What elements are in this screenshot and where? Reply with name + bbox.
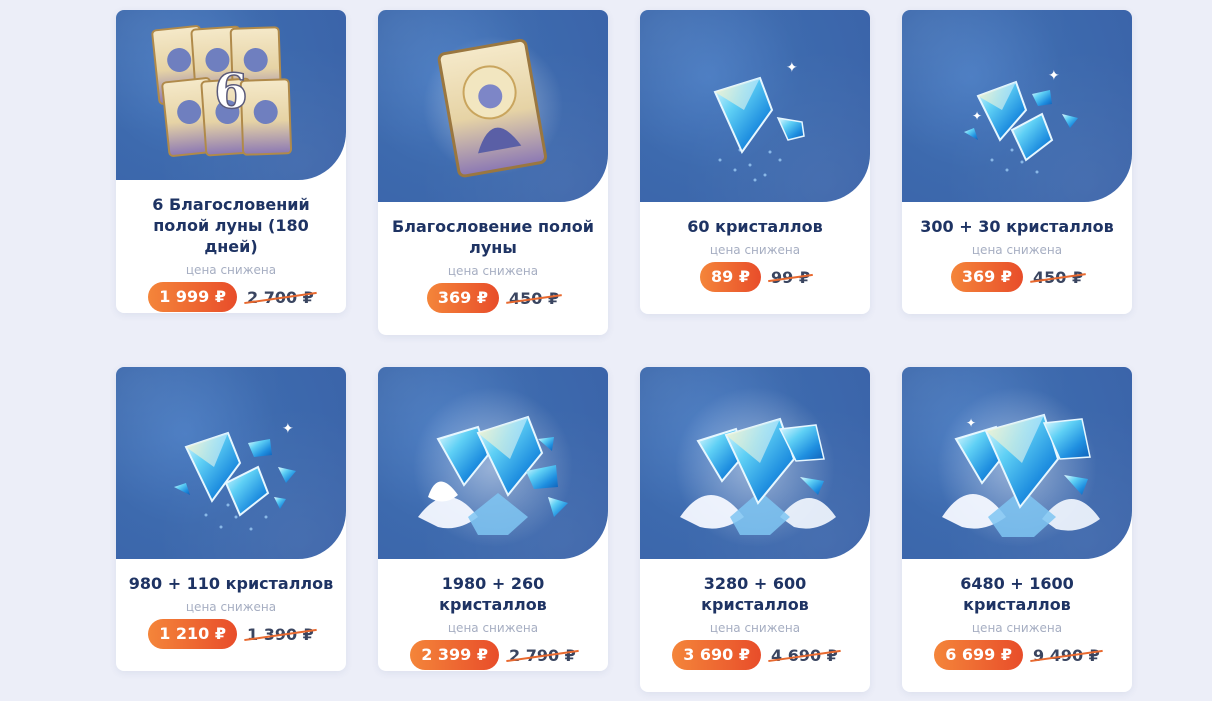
svg-text:✦: ✦ (972, 109, 982, 123)
product-image (640, 367, 870, 559)
product-title: 60 кристаллов (687, 217, 823, 236)
product-image: ✦ ✦ (902, 10, 1132, 202)
blessing-six-cards-icon: 6 (151, 25, 293, 157)
product-card[interactable]: ✦ ✦ 300 + 30 кристаллов цена снижена 369… (902, 10, 1132, 314)
product-image: 6 (116, 10, 346, 180)
svg-text:✦: ✦ (282, 421, 294, 437)
price-row: 1 999 ₽ 2 700 ₽ (116, 282, 346, 312)
quantity-badge: 6 (214, 64, 247, 120)
old-price: 1 390 ₽ (247, 624, 314, 644)
discount-note: цена снижена (185, 263, 277, 277)
crystals-icon: ✦ (174, 421, 296, 531)
product-card[interactable]: 1980 + 260 кристаллов цена снижена 2 399… (378, 367, 608, 671)
discount-note: цена снижена (709, 243, 801, 257)
price-row: 89 ₽ 99 ₽ (640, 262, 870, 292)
old-price: 99 ₽ (771, 267, 810, 287)
price-row: 6 699 ₽ 9 490 ₽ (902, 640, 1132, 670)
crystal-icon: ✦ (713, 60, 805, 182)
price-row: 369 ₽ 450 ₽ (378, 283, 608, 313)
crystal-pile-icon (413, 387, 573, 547)
product-card[interactable]: ✦ 60 кристаллов цена снижена 89 ₽ 99 ₽ (640, 10, 870, 314)
discount-note: цена снижена (971, 621, 1063, 635)
old-price: 4 690 ₽ (771, 645, 838, 665)
price-row: 1 210 ₽ 1 390 ₽ (116, 619, 346, 649)
product-image (378, 10, 608, 202)
product-title: 6 Благословений полой луны (180 дней) (152, 195, 310, 256)
svg-text:✦: ✦ (966, 416, 976, 430)
svg-text:✦: ✦ (1048, 68, 1060, 84)
product-image: ✦ (640, 10, 870, 202)
price-badge[interactable]: 369 ₽ (426, 283, 499, 313)
product-title: 1980 + 260 кристаллов (439, 574, 547, 614)
product-card[interactable]: ✦ 980 + 110 кристаллов цена снижена 1 21… (116, 367, 346, 671)
crystals-icon: ✦ ✦ (964, 68, 1078, 174)
product-title: 3280 + 600 кристаллов (701, 574, 809, 614)
price-row: 3 690 ₽ 4 690 ₽ (640, 640, 870, 670)
product-image (378, 367, 608, 559)
product-image: ✦ (902, 367, 1132, 559)
old-price: 450 ₽ (1033, 267, 1084, 287)
discount-note: цена снижена (971, 243, 1063, 257)
discount-note: цена снижена (447, 621, 539, 635)
product-title: Благословение полой луны (392, 217, 594, 257)
product-card[interactable]: Благословение полой луны цена снижена 36… (378, 10, 608, 335)
old-price: 450 ₽ (509, 288, 560, 308)
discount-note: цена снижена (709, 621, 801, 635)
old-price: 2 790 ₽ (509, 645, 576, 665)
discount-note: цена снижена (447, 264, 539, 278)
price-badge[interactable]: 6 699 ₽ (934, 640, 1023, 670)
price-badge[interactable]: 3 690 ₽ (672, 640, 761, 670)
price-badge[interactable]: 1 210 ₽ (148, 619, 237, 649)
price-badge[interactable]: 1 999 ₽ (148, 282, 237, 312)
product-image: ✦ (116, 367, 346, 559)
discount-note: цена снижена (185, 600, 277, 614)
price-badge[interactable]: 369 ₽ (950, 262, 1023, 292)
product-card[interactable]: ✦ 6480 + 1600 кристаллов цена снижена 6 … (902, 367, 1132, 692)
product-card[interactable]: 6 6 Благословений полой луны (180 дней) … (116, 10, 346, 313)
old-price: 2 700 ₽ (247, 287, 314, 307)
blessing-card-icon (423, 36, 563, 178)
product-title: 300 + 30 кристаллов (920, 217, 1114, 236)
price-badge[interactable]: 89 ₽ (700, 262, 761, 292)
price-row: 2 399 ₽ 2 790 ₽ (378, 640, 608, 670)
price-row: 369 ₽ 450 ₽ (902, 262, 1132, 292)
product-title: 980 + 110 кристаллов (128, 574, 334, 593)
product-title: 6480 + 1600 кристаллов (960, 574, 1074, 614)
price-badge[interactable]: 2 399 ₽ (410, 640, 499, 670)
svg-text:✦: ✦ (786, 60, 798, 76)
old-price: 9 490 ₽ (1033, 645, 1100, 665)
crystal-pile-icon: ✦ (937, 387, 1100, 547)
product-card[interactable]: 3280 + 600 кристаллов цена снижена 3 690… (640, 367, 870, 692)
crystal-pile-icon (675, 387, 836, 547)
